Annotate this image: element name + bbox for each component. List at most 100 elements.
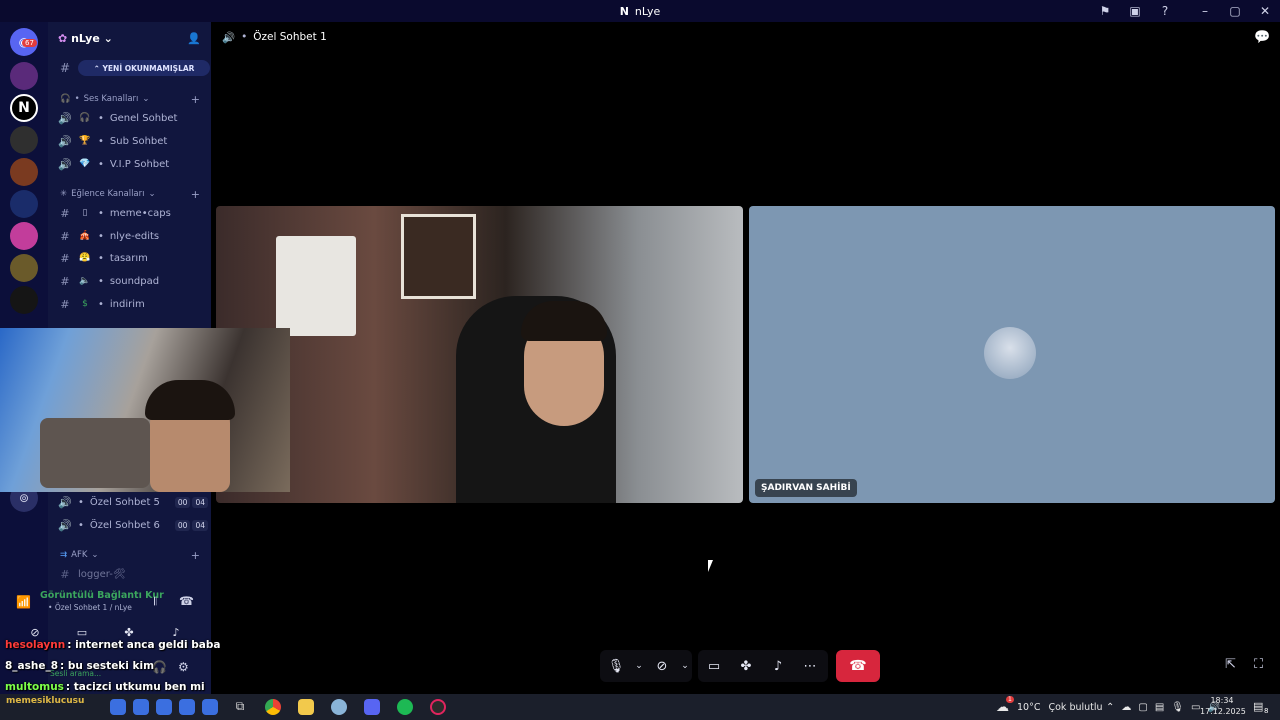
camera-off-button[interactable]: ⊘	[646, 650, 678, 682]
server-icon[interactable]	[10, 222, 38, 250]
taskbar-app-icon[interactable]	[133, 699, 149, 715]
add-channel-icon[interactable]: +	[191, 188, 200, 201]
server-icon[interactable]	[10, 286, 38, 314]
text-channel-memecaps[interactable]: # ▯ • meme•caps	[58, 204, 208, 222]
task-view-icon[interactable]: ⧉	[232, 699, 248, 715]
voice-connection-panel: 📶 Görüntülü Bağlantı Kur • Özel Sohbet 1…	[4, 585, 207, 645]
title-bar: N nLye ⚑ ▣ ? – ▢ ✕	[0, 0, 1280, 22]
tray-app-icon[interactable]: ☁	[1121, 702, 1131, 713]
app-logo-icon: N	[619, 4, 629, 18]
camera-options-chevron-icon[interactable]: ⌄	[678, 650, 692, 682]
weather-badge: 1	[1006, 696, 1014, 703]
participant-name-tag: ŞADIRVAN SAHİBİ	[755, 479, 857, 497]
popout-icon[interactable]: ⇱	[1225, 657, 1236, 672]
voice-channel-sub[interactable]: 🔊 🏆 • Sub Sohbet	[58, 132, 208, 150]
taskbar-app-icon[interactable]	[179, 699, 195, 715]
inbox-flag-icon[interactable]: ⚑	[1090, 0, 1120, 22]
screen-share-button[interactable]: ▭	[698, 650, 730, 682]
text-channel-tasarim[interactable]: # 😤 • tasarım	[58, 249, 208, 267]
text-channel-soundpad[interactable]: # 🔈 • soundpad	[58, 272, 208, 290]
voice-channel-genel[interactable]: 🔊 🎧 • Genel Sohbet	[58, 109, 208, 127]
obs-icon[interactable]	[430, 699, 446, 715]
server-icon[interactable]	[10, 190, 38, 218]
server-icon[interactable]	[10, 158, 38, 186]
jersey-shape	[276, 236, 356, 336]
discord-taskbar-icon[interactable]	[364, 699, 380, 715]
tray-app-icon[interactable]: ▢	[1138, 702, 1147, 713]
signal-icon: 📶	[16, 595, 31, 609]
text-channel-edits[interactable]: # 🎪 • nlye-edits	[58, 227, 208, 245]
settings-gear-icon[interactable]: ⚙	[178, 660, 189, 674]
category-fun[interactable]: ✳ Eğlence Kanalları ⌄ +	[60, 188, 200, 201]
channel-emoji: 🎪	[79, 231, 91, 241]
microphone-tray-icon[interactable]: 🎙	[1171, 702, 1184, 713]
server-icon[interactable]	[10, 254, 38, 282]
server-icon[interactable]	[10, 126, 38, 154]
call-action-controls: ▭ ✤ ♪ ⋯	[698, 650, 828, 682]
text-channel-logger[interactable]: # logger-🛠	[58, 565, 208, 583]
speaker-icon: 🔊	[58, 518, 72, 532]
participant-video-tile[interactable]	[216, 206, 743, 503]
speaker-icon: 🔊	[58, 134, 72, 148]
nlye-server-icon[interactable]: N	[10, 94, 38, 122]
clock[interactable]: 18:34 17.12.2025	[1200, 695, 1246, 717]
chat-text: : tacizci utkumu ben mi	[65, 681, 205, 693]
chat-bubble-icon[interactable]: 💬	[1254, 30, 1270, 45]
tray-app-icon[interactable]: ▤	[1155, 702, 1164, 713]
noise-suppression-icon[interactable]: 𝄃	[154, 595, 156, 609]
disconnect-icon[interactable]: ☎	[179, 594, 194, 608]
mic-options-chevron-icon[interactable]: ⌄	[632, 650, 646, 682]
category-afk[interactable]: ⇉ AFK ⌄ +	[60, 549, 200, 562]
taskbar-app-icon[interactable]	[202, 699, 218, 715]
close-button[interactable]: ✕	[1250, 0, 1280, 22]
window-title: nLye	[634, 4, 661, 18]
category-label: Ses Kanalları	[83, 94, 139, 104]
channel-label: tasarım	[109, 252, 148, 264]
maximize-button[interactable]: ▢	[1220, 0, 1250, 22]
participant-tile-2[interactable]: ŞADIRVAN SAHİBİ	[749, 206, 1275, 503]
taskbar-app-icon[interactable]	[156, 699, 172, 715]
taskbar-app-icon[interactable]	[110, 699, 126, 715]
chrome-icon[interactable]	[265, 699, 281, 715]
notifications-icon[interactable]: ▤	[1253, 700, 1263, 713]
channel-label: soundpad	[109, 275, 160, 287]
headset-icon[interactable]: 🎧	[152, 660, 167, 674]
user-limit: 00 04	[174, 496, 208, 508]
count-current: 00	[174, 496, 191, 508]
spotify-icon[interactable]	[397, 699, 413, 715]
connection-subtitle[interactable]: • Özel Sohbet 1 / nLye	[48, 603, 132, 612]
hash-icon: #	[60, 567, 70, 581]
file-explorer-icon[interactable]	[298, 699, 314, 715]
activities-button[interactable]: ✤	[730, 650, 762, 682]
new-unreads-pill[interactable]: ⌃ YENİ OKUNMAMIŞLAR	[78, 60, 210, 76]
fullscreen-icon[interactable]: ⛶	[1254, 657, 1263, 672]
add-friend-icon[interactable]: 👤	[187, 32, 201, 45]
call-header: 🔊 • Özel Sohbet 1	[222, 31, 327, 44]
channel-emoji: ▯	[82, 208, 88, 218]
window-icon[interactable]: ▣	[1120, 0, 1150, 22]
channel-emoji: $	[82, 299, 88, 309]
voice-channel-vip[interactable]: 🔊 💎 • V.I.P Sohbet	[58, 155, 208, 173]
add-channel-icon[interactable]: +	[191, 93, 200, 106]
help-icon[interactable]: ?	[1150, 0, 1180, 22]
chevron-up-icon[interactable]: ⌃	[1106, 702, 1114, 713]
taskbar-app-icon[interactable]	[331, 699, 347, 715]
voice-channel-ozel6[interactable]: 🔊 • Özel Sohbet 6 00 04	[58, 516, 208, 534]
category-voice[interactable]: 🎧 • Ses Kanalları ⌄ +	[60, 93, 200, 106]
weather-widget[interactable]: ☁ 1 10°C Çok bulutlu	[996, 694, 1103, 720]
add-channel-icon[interactable]: +	[191, 549, 200, 562]
text-channel-indirim[interactable]: # $ • indirim	[58, 295, 208, 313]
server-icon[interactable]	[10, 62, 38, 90]
microphone-button[interactable]: 🎙	[600, 650, 632, 682]
unread-label: YENİ OKUNMAMIŞLAR	[102, 63, 195, 73]
channel-label: meme•caps	[109, 207, 171, 219]
end-call-button[interactable]: ☎	[836, 650, 880, 682]
minimize-button[interactable]: –	[1190, 0, 1220, 22]
chat-text: : internet anca geldi baba	[67, 639, 221, 651]
chat-username: hesolaynn	[5, 639, 66, 651]
more-options-button[interactable]: ⋯	[794, 650, 826, 682]
server-header[interactable]: ✿ nLye ⌄ 👤	[48, 22, 211, 54]
voice-channel-ozel5[interactable]: 🔊 • Özel Sohbet 5 00 04	[58, 493, 208, 511]
chat-username: 8_ashe_8	[5, 660, 59, 672]
soundboard-button[interactable]: ♪	[762, 650, 794, 682]
